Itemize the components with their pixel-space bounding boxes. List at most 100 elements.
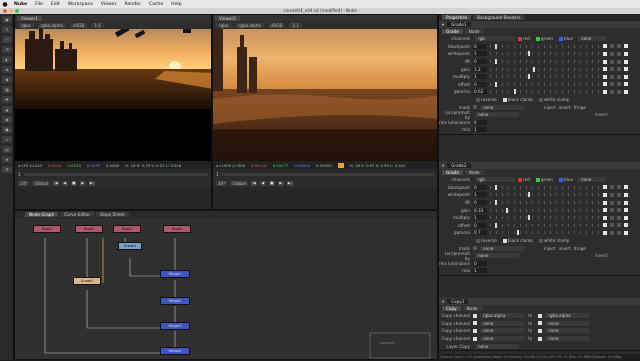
time-tools-icon[interactable]: ◷ [2,36,12,43]
grade1-blackpoint-slider[interactable] [490,43,600,49]
menu-render[interactable]: Render [121,2,145,7]
grade2-mix-luminance-field[interactable]: 0 [473,260,487,266]
merge-tools-icon[interactable]: ▦ [2,86,12,93]
grade2-gain-channel-swatch-3[interactable] [624,208,628,213]
collapse-icon[interactable]: ▾ [442,22,444,27]
grade2-multiply-channel-swatch-0[interactable] [603,215,607,220]
menu-viewer[interactable]: Viewer [97,2,121,7]
grade1-multiply-channel-swatch-2[interactable] [617,74,621,79]
grade1-name-field[interactable]: Grade1 [447,22,471,27]
read4-node[interactable]: Read4 [163,225,191,233]
grade2-whitepoint-channel-swatch-2[interactable] [617,192,621,197]
grade2-gain-slider[interactable] [490,207,600,213]
grade2-blackpoint-channel-swatch-2[interactable] [617,185,621,190]
tab-dope-sheet[interactable]: Dope Sheet [96,212,129,217]
menu-edit[interactable]: Edit [47,2,64,7]
grade1-mask-dropdown[interactable]: none [480,104,524,110]
grade1-offset-channel-swatch-2[interactable] [617,82,621,87]
play-forward-icon[interactable]: ▶ [277,180,284,186]
grade2-whitepoint-channel-swatch-0[interactable] [603,192,607,197]
metadata-tools-icon[interactable]: ● [2,126,12,133]
grade1-offset-channel-swatch-0[interactable] [603,82,607,87]
viewer2-colorspace-dropdown[interactable]: sRGB [268,22,286,28]
grade2-multiply-channel-swatch-1[interactable] [610,215,614,220]
play-backward-icon[interactable]: ◀ [61,180,68,186]
grade1-gamma-slider[interactable] [490,89,600,95]
grade2-lift-slider[interactable] [490,200,600,206]
tab-curve-editor[interactable]: Curve Editor [60,212,95,217]
grade1-blue-checkbox[interactable] [558,36,563,41]
grade2-mix-field[interactable]: 1 [473,268,487,274]
viewer1-timeline-track[interactable] [23,172,208,176]
grade2-offset-channel-swatch-0[interactable] [603,223,607,228]
toolsets-icon[interactable]: ★ [2,156,12,163]
grade1-gain-channel-swatch-2[interactable] [617,67,621,72]
grade1-blackpoint-channel-swatch-3[interactable] [624,44,628,49]
viewer2-timeline[interactable]: 1 [213,169,437,179]
first-frame-icon[interactable]: |◀ [52,180,59,186]
grade2-red-checkbox[interactable] [518,177,522,182]
first-frame-icon[interactable]: |◀ [250,180,257,186]
grade2-whitepoint-slider-knob[interactable] [527,192,530,198]
grade2-lift-channel-swatch-1[interactable] [610,200,614,205]
grade1-mix-luminance-field[interactable]: 0 [473,119,487,125]
grade1-offset-field[interactable]: 0 [473,81,487,87]
color-tools-icon[interactable]: ◐ [2,56,12,63]
grade1-lift-channel-swatch-0[interactable] [603,59,607,64]
copy1-name-field[interactable]: Copy1 [447,299,469,304]
grade2-gamma-channel-swatch-0[interactable] [603,230,607,235]
grade2-offset-slider-knob[interactable] [495,222,498,228]
menu-file[interactable]: File [31,2,47,7]
copy1-to-checkbox[interactable] [538,321,543,326]
collapse-icon[interactable]: ▾ [442,163,444,168]
viewer2-image[interactable] [213,29,437,161]
grade1-lift-slider[interactable] [490,59,600,65]
viewer2-fps[interactable]: 24* [216,180,228,186]
viewer1-range-mode[interactable]: Global [32,180,50,186]
grade2-gamma-slider-knob[interactable] [517,230,519,236]
draw-tools-icon[interactable]: ✎ [2,26,12,33]
grade2-reverse-checkbox[interactable] [476,238,480,243]
grade2-tab-node[interactable]: Node [464,170,484,175]
apple-icon[interactable]: ● [0,1,10,8]
merge2-node[interactable]: Merge2 [160,297,190,305]
read3-node[interactable]: Read3 [113,225,141,233]
grade1-lift-channel-swatch-3[interactable] [624,59,628,64]
grade1-gamma-channel-swatch-3[interactable] [624,89,628,94]
grade2-lift-channel-swatch-0[interactable] [603,200,607,205]
grade2-multiply-slider[interactable] [490,215,600,221]
grade2-blue-checkbox[interactable] [558,177,563,182]
grade1-gamma-channel-swatch-0[interactable] [603,89,607,94]
copy1-layer-dropdown[interactable]: none [475,343,519,349]
grade2-whitepoint-channel-swatch-3[interactable] [624,192,628,197]
grade2-white-clamp-checkbox[interactable] [538,238,543,243]
copy1-to-checkbox[interactable] [538,328,543,333]
viewer1-layer-dropdown[interactable]: rgba.alpha [37,22,67,28]
grade2-black-clamp-checkbox[interactable] [502,238,507,243]
tab-properties[interactable]: Properties [442,15,472,20]
grade2-blackpoint-slider-knob[interactable] [495,184,498,190]
grade1-gain-channel-swatch-3[interactable] [624,67,628,72]
keyer-tools-icon[interactable]: ◆ [2,76,12,83]
grade1-whitepoint-channel-swatch-2[interactable] [617,51,621,56]
grade2-gain-channel-swatch-1[interactable] [610,208,614,213]
grade1-whitepoint-slider[interactable] [490,51,600,57]
viewer2-channels-dropdown[interactable]: rgba [216,22,232,28]
grade1-multiply-slider[interactable] [490,74,600,80]
grade2-name-field[interactable]: Grade2 [447,163,471,168]
menu-cache[interactable]: Cache [145,2,167,7]
grade2-gamma-channel-swatch-2[interactable] [617,230,621,235]
copy1-to-dropdown[interactable]: none [545,328,590,334]
grade2-gain-field[interactable]: 0.33 [473,207,487,213]
viewer1-channels-dropdown[interactable]: rgba [18,22,34,28]
menu-workspace[interactable]: Workspace [64,2,97,7]
grade2-multiply-slider-knob[interactable] [527,215,530,221]
copy1-to-dropdown[interactable]: none [545,320,590,326]
grade1-gamma-channel-swatch-1[interactable] [610,89,614,94]
copy1-to-dropdown[interactable]: rgba.alpha [545,313,590,319]
grade2-whitepoint-channel-swatch-1[interactable] [610,192,614,197]
menu-nuke[interactable]: Nuke [10,2,31,7]
merge1-node[interactable]: Merge1 [160,270,190,278]
grade2-mask-dropdown[interactable]: none [480,245,524,251]
grade2-blackpoint-field[interactable]: 0 [473,184,487,190]
